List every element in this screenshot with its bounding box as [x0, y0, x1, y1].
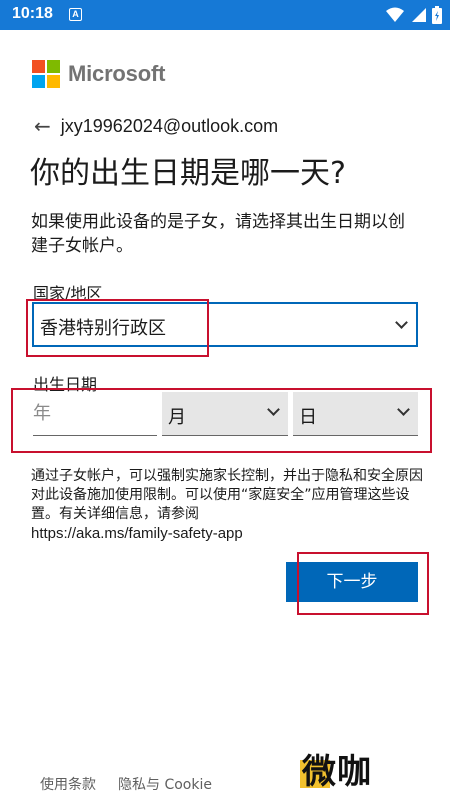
logo-square-red — [32, 60, 45, 73]
year-input[interactable] — [33, 392, 157, 436]
day-value: 日 — [299, 407, 317, 428]
footer: 使用条款 隐私与 Cookie — [40, 774, 212, 794]
logo-square-green — [47, 60, 60, 73]
page-description: 如果使用此设备的是子女，请选择其出生日期以创建子女帐户。 — [31, 212, 405, 256]
info-text-block: 通过子女帐户，可以强制实施家长控制，并出于隐私和安全原因对此设备施加使用限制。可… — [31, 467, 423, 543]
chevron-down-icon — [267, 403, 280, 416]
logo-square-blue — [32, 75, 45, 88]
chevron-down-icon — [397, 403, 410, 416]
day-select[interactable]: 日 — [293, 392, 418, 436]
status-icons — [386, 6, 442, 24]
battery-icon — [432, 6, 442, 24]
info-text: 通过子女帐户，可以强制实施家长控制，并出于隐私和安全原因对此设备施加使用限制。可… — [31, 468, 423, 522]
watermark-logo: 微咖 — [300, 752, 408, 792]
notification-a-icon: A — [69, 8, 82, 21]
privacy-cookie-link[interactable]: 隐私与 Cookie — [118, 774, 212, 794]
microsoft-wordmark: Microsoft — [68, 61, 166, 86]
country-label: 国家/地区 — [33, 284, 103, 303]
signal-icon — [412, 8, 426, 22]
country-select[interactable]: 香港特别行政区 — [32, 302, 418, 347]
account-row: ← jxy19962024@outlook.com — [34, 114, 278, 138]
watermark-text: 微咖 — [302, 752, 372, 792]
page-title: 你的出生日期是哪一天? — [30, 156, 346, 191]
microsoft-logo: Microsoft — [32, 60, 165, 88]
family-safety-link[interactable]: https://aka.ms/family-safety-app — [31, 524, 423, 543]
account-email: jxy19962024@outlook.com — [60, 115, 279, 136]
microsoft-logo-icon — [32, 60, 60, 88]
country-value: 香港特别行政区 — [40, 318, 166, 339]
back-arrow-icon[interactable]: ← — [34, 114, 51, 138]
logo-square-yellow — [47, 75, 60, 88]
wifi-icon — [386, 7, 404, 22]
terms-link[interactable]: 使用条款 — [40, 774, 96, 794]
month-value: 月 — [168, 407, 186, 428]
chevron-down-icon — [395, 316, 408, 329]
month-select[interactable]: 月 — [162, 392, 288, 436]
status-time: 10:18 — [12, 5, 53, 22]
next-button[interactable]: 下一步 — [286, 562, 418, 602]
status-bar: 10:18 A — [0, 0, 450, 30]
